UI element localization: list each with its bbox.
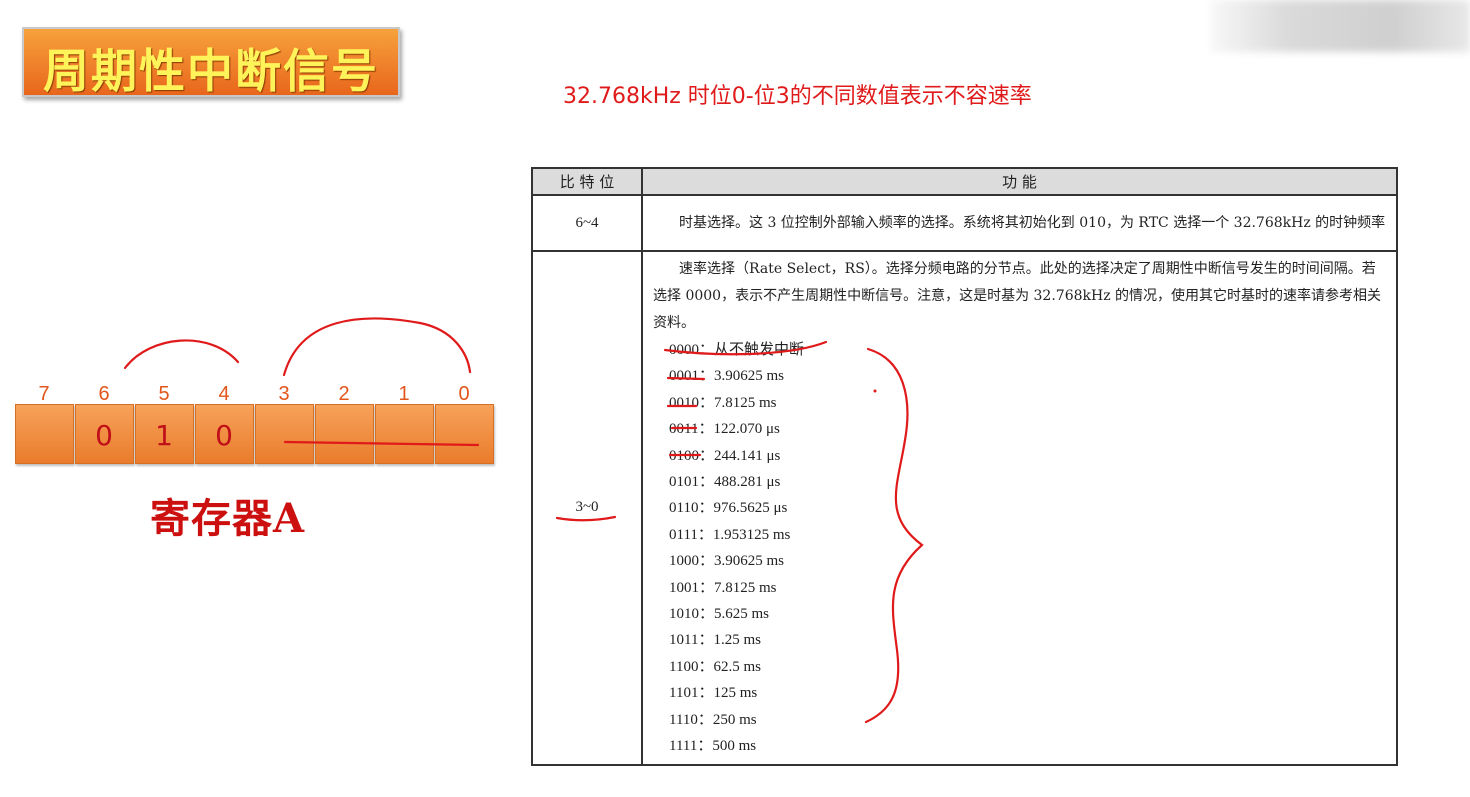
list-item: 1101：125 ms [669, 685, 758, 702]
table-cell-bits: 6~4 [531, 194, 643, 252]
slide-title-banner: 周期性中断信号 [22, 27, 400, 98]
corner-artifact [0, 782, 110, 797]
bit-number: 1 [398, 383, 410, 405]
list-item: 0100：244.141 μs [669, 447, 781, 464]
table-cell-bits: 3~0 [531, 250, 643, 766]
bit-number: 4 [218, 383, 230, 405]
list-item: 0010：7.8125 ms [669, 394, 777, 411]
bit-number: 0 [458, 383, 470, 405]
list-item: 1001：7.8125 ms [669, 579, 777, 596]
list-item: 0011：122.070 μs [669, 421, 780, 438]
blurred-overlay [1210, 0, 1470, 52]
table-header-bits: 比 特 位 [531, 167, 643, 196]
bit-number: 7 [38, 383, 50, 405]
register-cell-value: 1 [155, 419, 173, 452]
bit-number: 2 [338, 383, 350, 405]
table-cell-function: 速率选择（Rate Select，RS）。选择分频电路的分节点。此处的选择决定了… [641, 250, 1398, 766]
register-cell [315, 404, 374, 464]
table-header-row: 比 特 位 功 能 [531, 167, 1398, 196]
slide-subtitle: 32.768kHz 时位0-位3的不同数值表示不容速率 [563, 84, 1032, 109]
register-cell [255, 404, 314, 464]
slide-title: 周期性中断信号 [43, 44, 379, 98]
list-item: 1000：3.90625 ms [669, 553, 785, 570]
bit-number: 3 [278, 383, 290, 405]
register-cell [435, 404, 494, 464]
register-cell-value: 0 [215, 419, 233, 452]
list-item: 0001：3.90625 ms [669, 368, 785, 385]
rate-list: 0000：从不触发中断 0001：3.90625 ms 0010：7.8125 … [643, 337, 1396, 764]
list-item: 0110：976.5625 μs [669, 500, 788, 517]
bit-number: 6 [98, 383, 110, 405]
list-item: 1111：500 ms [669, 738, 757, 755]
function-description: 速率选择（Rate Select，RS）。选择分频电路的分节点。此处的选择决定了… [653, 261, 1382, 331]
table-header-function: 功 能 [641, 167, 1398, 196]
arc-bits-3-0 [282, 317, 472, 377]
table-row: 3~0 速率选择（Rate Select，RS）。选择分频电路的分节点。此处的选… [531, 250, 1398, 766]
list-item: 0000：从不触发中断 [669, 342, 805, 358]
function-description: 时基选择。这 3 位控制外部输入频率的选择。系统将其初始化到 010，为 RTC… [679, 214, 1386, 231]
table-row: 6~4 时基选择。这 3 位控制外部输入频率的选择。系统将其初始化到 010，为… [531, 194, 1398, 252]
list-item: 0111：1.953125 ms [669, 526, 791, 543]
list-item: 1100：62.5 ms [669, 658, 761, 675]
list-item: 1011：1.25 ms [669, 632, 761, 649]
register-cell [375, 404, 434, 464]
list-item: 0101：488.281 μs [669, 474, 781, 491]
register-cell-value: 0 [95, 419, 113, 452]
bit-number: 5 [158, 383, 170, 405]
table-cell-function: 时基选择。这 3 位控制外部输入频率的选择。系统将其初始化到 010，为 RTC… [641, 194, 1398, 252]
list-item: 1010：5.625 ms [669, 606, 770, 623]
arc-bits-6-4 [123, 339, 240, 370]
register-label: 寄存器A [150, 495, 306, 542]
register-function-table: 比 特 位 功 能 6~4 时基选择。这 3 位控制外部输入频率的选择。系统将其… [531, 167, 1398, 766]
register-cell [15, 404, 74, 464]
list-item: 1110：250 ms [669, 711, 757, 728]
